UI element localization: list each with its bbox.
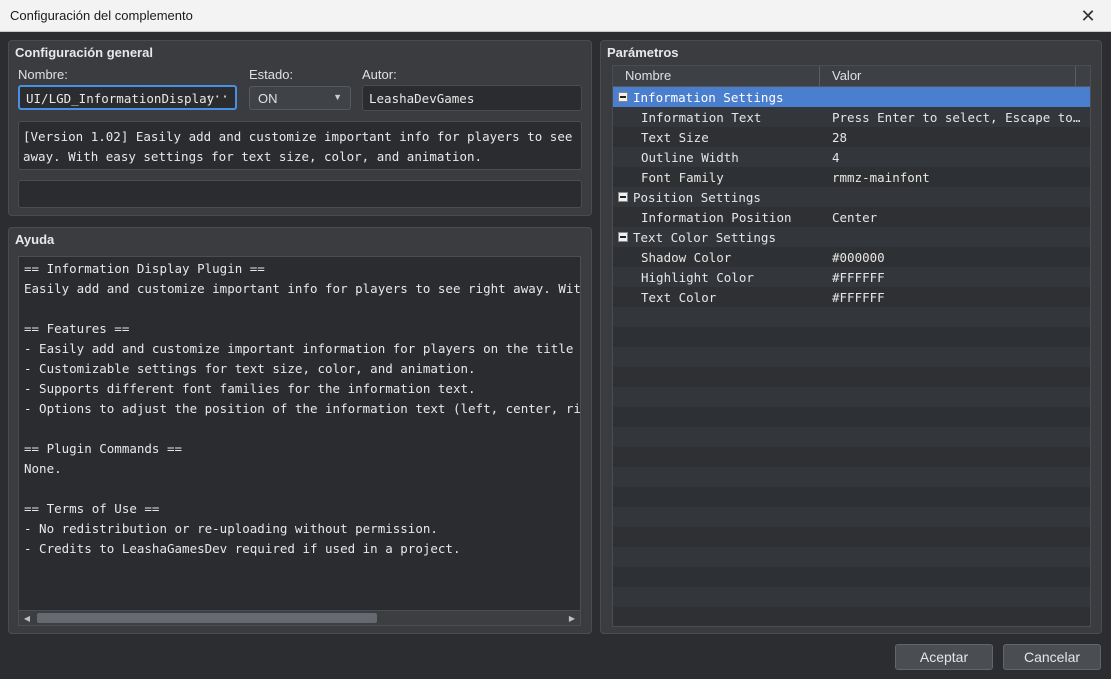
- param-name: Text Color Settings: [633, 230, 776, 245]
- help-line: [24, 419, 575, 439]
- help-line: - No redistribution or re-uploading with…: [24, 521, 438, 536]
- parameters-table: Nombre Valor Information Settings Informa…: [612, 65, 1091, 627]
- name-label: Nombre:: [18, 67, 68, 82]
- help-line: == Terms of Use ==: [24, 501, 160, 516]
- param-row[interactable]: Highlight Color #FFFFFF: [613, 267, 1090, 287]
- help-text: == Information Display Plugin == Easily a…: [19, 257, 580, 561]
- help-line: == Features ==: [24, 321, 130, 336]
- empty-row: [613, 427, 1090, 447]
- extra-field[interactable]: [18, 180, 582, 208]
- param-value: #FFFFFF: [832, 270, 885, 285]
- param-name: Outline Width: [641, 150, 739, 165]
- collapse-minus-icon[interactable]: [618, 192, 628, 202]
- help-title: Ayuda: [15, 232, 55, 247]
- param-group-row[interactable]: Information Settings: [613, 87, 1090, 107]
- empty-row: [613, 327, 1090, 347]
- help-horizontal-scrollbar[interactable]: ◀ ▶: [18, 610, 581, 626]
- param-name: Text Size: [641, 130, 709, 145]
- help-line: None.: [24, 461, 62, 476]
- author-label: Autor:: [362, 67, 397, 82]
- accept-button[interactable]: Aceptar: [895, 644, 993, 670]
- help-line: Easily add and customize important info …: [24, 281, 581, 296]
- browse-button[interactable]: ···: [206, 90, 229, 105]
- param-row[interactable]: Text Color #FFFFFF: [613, 287, 1090, 307]
- help-line: [24, 299, 575, 319]
- author-field[interactable]: LeashaDevGames: [362, 85, 582, 111]
- param-name: Text Color: [641, 290, 717, 305]
- help-line: - Customizable settings for text size, c…: [24, 361, 476, 376]
- param-value: Center: [832, 210, 878, 225]
- param-value: #000000: [832, 250, 885, 265]
- help-text-area[interactable]: == Information Display Plugin == Easily a…: [18, 256, 581, 612]
- name-value: UI/LGD_InformationDisplay: [26, 91, 215, 106]
- empty-row: [613, 567, 1090, 587]
- param-row[interactable]: Shadow Color #000000: [613, 247, 1090, 267]
- param-row[interactable]: Text Size 28: [613, 127, 1090, 147]
- column-header-value[interactable]: Valor: [832, 68, 861, 83]
- param-value: 28: [832, 130, 848, 145]
- param-name: Information Text: [641, 110, 762, 125]
- chevron-down-icon: ▼: [333, 92, 342, 102]
- param-name: Position Settings: [633, 190, 761, 205]
- help-line: - Options to adjust the position of the …: [24, 401, 581, 416]
- empty-row: [613, 407, 1090, 427]
- param-name: Shadow Color: [641, 250, 732, 265]
- empty-row: [613, 487, 1090, 507]
- column-divider: [819, 66, 820, 87]
- param-name: Information Position: [641, 210, 792, 225]
- status-value: ON: [258, 91, 278, 106]
- column-header-name[interactable]: Nombre: [625, 68, 671, 83]
- empty-row: [613, 607, 1090, 626]
- param-group-row[interactable]: Text Color Settings: [613, 227, 1090, 247]
- window-title: Configuración del complemento: [10, 8, 193, 23]
- collapse-minus-icon[interactable]: [618, 232, 628, 242]
- param-value: 4: [832, 150, 840, 165]
- empty-row: [613, 347, 1090, 367]
- scroll-right-icon[interactable]: ▶: [564, 611, 580, 625]
- title-bar: Configuración del complemento ✕: [0, 0, 1111, 32]
- param-value: Press Enter to select, Escape to…: [832, 110, 1081, 125]
- param-row[interactable]: Outline Width 4: [613, 147, 1090, 167]
- help-line: - Credits to LeashaGamesDev required if …: [24, 541, 461, 556]
- help-line: - Supports different font families for t…: [24, 381, 476, 396]
- general-settings-title: Configuración general: [15, 45, 153, 60]
- collapse-minus-icon[interactable]: [618, 92, 628, 102]
- empty-row: [613, 547, 1090, 567]
- param-name: Information Settings: [633, 90, 784, 105]
- cancel-button[interactable]: Cancelar: [1003, 644, 1101, 670]
- status-select[interactable]: ON ▼: [249, 86, 351, 110]
- param-value: #FFFFFF: [832, 290, 885, 305]
- empty-row: [613, 587, 1090, 607]
- table-header: Nombre Valor: [613, 66, 1090, 87]
- param-row[interactable]: Font Family rmmz-mainfont: [613, 167, 1090, 187]
- empty-row: [613, 447, 1090, 467]
- help-line: == Information Display Plugin ==: [24, 261, 265, 276]
- param-row[interactable]: Information Position Center: [613, 207, 1090, 227]
- help-line: == Plugin Commands ==: [24, 441, 183, 456]
- help-line: - Easily add and customize important inf…: [24, 341, 581, 356]
- column-divider: [1075, 66, 1076, 87]
- param-value: rmmz-mainfont: [832, 170, 930, 185]
- description-field[interactable]: [Version 1.02] Easily add and customize …: [18, 121, 582, 170]
- close-icon[interactable]: ✕: [1065, 0, 1111, 32]
- parameters-title: Parámetros: [607, 45, 679, 60]
- scrollbar-thumb[interactable]: [37, 613, 377, 623]
- param-name: Highlight Color: [641, 270, 754, 285]
- empty-row: [613, 307, 1090, 327]
- help-line: [24, 479, 575, 499]
- scroll-left-icon[interactable]: ◀: [19, 611, 35, 625]
- param-name: Font Family: [641, 170, 724, 185]
- empty-row: [613, 507, 1090, 527]
- empty-row: [613, 467, 1090, 487]
- empty-row: [613, 387, 1090, 407]
- empty-row: [613, 527, 1090, 547]
- empty-row: [613, 367, 1090, 387]
- status-label: Estado:: [249, 67, 294, 82]
- param-group-row[interactable]: Position Settings: [613, 187, 1090, 207]
- parameter-rows: Information Settings Information Text Pres…: [613, 87, 1090, 626]
- name-field[interactable]: UI/LGD_InformationDisplay ···: [18, 85, 237, 110]
- param-row[interactable]: Information Text Press Enter to select, E…: [613, 107, 1090, 127]
